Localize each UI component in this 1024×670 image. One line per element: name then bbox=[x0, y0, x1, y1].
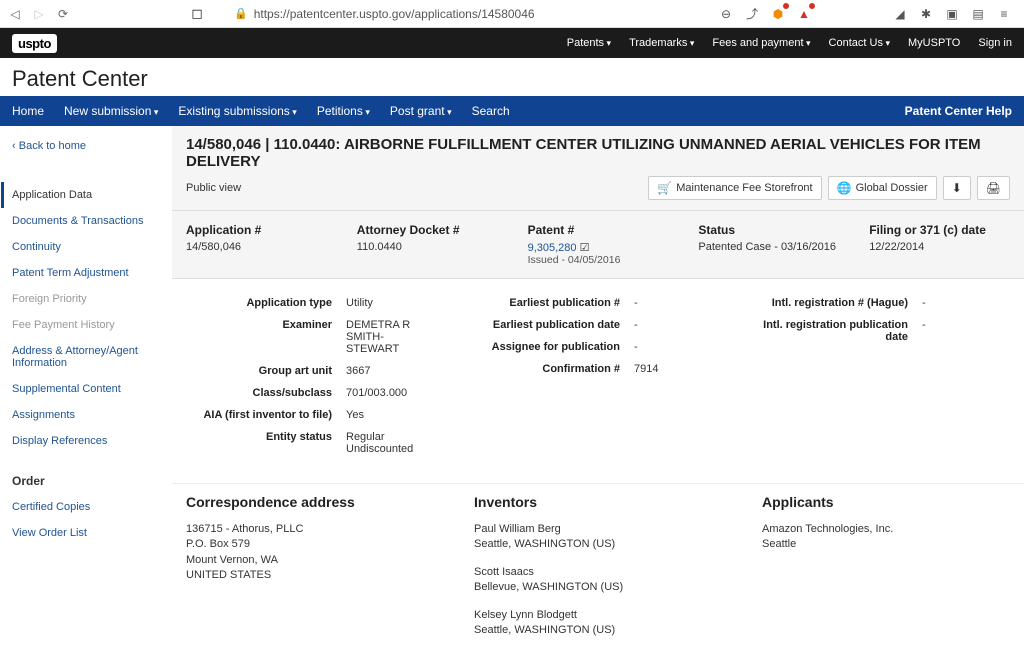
correspondence-col: Correspondence address 136715 - Athorus,… bbox=[186, 494, 434, 650]
sidebar-pta[interactable]: Patent Term Adjustment bbox=[12, 260, 160, 286]
sidebar-supplemental[interactable]: Supplemental Content bbox=[12, 376, 160, 402]
panel2-icon[interactable]: ▤ bbox=[970, 6, 986, 22]
inventor-2: Kelsey Lynn BlodgettSeattle, WASHINGTON … bbox=[474, 608, 722, 639]
back-icon[interactable]: ◁ bbox=[8, 7, 22, 21]
inventors-heading: Inventors bbox=[474, 494, 722, 510]
zoom-icon[interactable]: ⊖ bbox=[718, 6, 734, 22]
correspondence-address: 136715 - Athorus, PLLC P.O. Box 579 Moun… bbox=[186, 522, 434, 584]
sidebar: Back to home Application Data Documents … bbox=[0, 126, 172, 670]
nav-petitions[interactable]: Petitions bbox=[317, 104, 370, 118]
lower-section: Correspondence address 136715 - Athorus,… bbox=[172, 483, 1024, 670]
nav-fees[interactable]: Fees and payment bbox=[712, 37, 810, 49]
nav-search[interactable]: Search bbox=[472, 104, 510, 118]
main-nav: Home New submission Existing submissions… bbox=[0, 96, 1024, 126]
sidebar-fee-history: Fee Payment History bbox=[12, 312, 160, 338]
download-button[interactable]: ⬇ bbox=[943, 176, 971, 200]
applicant-0: Amazon Technologies, Inc.Seattle bbox=[762, 522, 1010, 553]
applicants-heading: Applicants bbox=[762, 494, 1010, 510]
uspto-nav-links: Patents Trademarks Fees and payment Cont… bbox=[567, 37, 1012, 49]
shield-icon[interactable]: ⬢ bbox=[770, 6, 786, 22]
inventor-0: Paul William BergSeattle, WASHINGTON (US… bbox=[474, 522, 722, 553]
sidebar-continuity[interactable]: Continuity bbox=[12, 234, 160, 260]
detail-col-middle: Earliest publication #- Earliest publica… bbox=[474, 297, 722, 465]
nav-myuspto[interactable]: MyUSPTO bbox=[908, 37, 960, 49]
correspondence-heading: Correspondence address bbox=[186, 494, 434, 510]
detail-section: Application typeUtility ExaminerDEMETRA … bbox=[172, 279, 1024, 483]
detail-col-right: Intl. registration # (Hague)- Intl. regi… bbox=[762, 297, 1010, 465]
summary-band: Application # 14/580,046 Attorney Docket… bbox=[172, 211, 1024, 279]
global-dossier-button[interactable]: 🌐Global Dossier bbox=[828, 176, 937, 200]
uspto-logo[interactable]: uspto bbox=[12, 34, 57, 53]
patent-center-title: Patent Center bbox=[12, 66, 1012, 92]
content-area: 14/580,046 | 110.0440: AIRBORNE FULFILLM… bbox=[172, 126, 1024, 670]
lock-icon: 🔒 bbox=[234, 7, 248, 20]
address-bar[interactable]: 🔒 https://patentcenter.uspto.gov/applica… bbox=[214, 7, 708, 21]
cart-icon: 🛒 bbox=[657, 181, 672, 195]
view-mode-label: Public view bbox=[186, 182, 241, 194]
nav-patents[interactable]: Patents bbox=[567, 37, 611, 49]
detail-col-left: Application typeUtility ExaminerDEMETRA … bbox=[186, 297, 434, 465]
summary-status: Status Patented Case - 03/16/2016 bbox=[698, 223, 839, 266]
forward-icon[interactable]: ▷ bbox=[32, 7, 46, 21]
bookmark-icon[interactable]: ◻ bbox=[190, 7, 204, 21]
application-header: 14/580,046 | 110.0440: AIRBORNE FULFILLM… bbox=[172, 126, 1024, 211]
sidebar-application-data[interactable]: Application Data bbox=[1, 182, 160, 208]
warning-icon[interactable]: ▲ bbox=[796, 6, 812, 22]
nav-help[interactable]: Patent Center Help bbox=[905, 104, 1012, 118]
menu-icon[interactable]: ≡ bbox=[996, 6, 1012, 22]
sidebar-certified-copies[interactable]: Certified Copies bbox=[12, 494, 160, 520]
applicants-col: Applicants Amazon Technologies, Inc.Seat… bbox=[762, 494, 1010, 650]
external-icon: ☑ bbox=[580, 242, 590, 254]
sidebar-foreign-priority: Foreign Priority bbox=[12, 286, 160, 312]
summary-filing-date: Filing or 371 (c) date 12/22/2014 bbox=[869, 223, 1010, 266]
summary-docket: Attorney Docket # 110.0440 bbox=[357, 223, 498, 266]
uspto-header: uspto Patents Trademarks Fees and paymen… bbox=[0, 28, 1024, 58]
browser-toolbar: ◁ ▷ ⟳ ◻ 🔒 https://patentcenter.uspto.gov… bbox=[0, 0, 1024, 28]
nav-signin[interactable]: Sign in bbox=[978, 37, 1012, 49]
back-to-home-link[interactable]: Back to home bbox=[12, 140, 160, 152]
print-button[interactable]: 🖨 bbox=[977, 176, 1010, 200]
sidebar-documents[interactable]: Documents & Transactions bbox=[12, 208, 160, 234]
sidebar-references[interactable]: Display References bbox=[12, 428, 160, 454]
share-icon[interactable]: ⤴ bbox=[744, 6, 760, 22]
sidebar-address[interactable]: Address & Attorney/Agent Information bbox=[12, 338, 160, 376]
application-title: 14/580,046 | 110.0440: AIRBORNE FULFILLM… bbox=[186, 136, 1010, 170]
summary-patent-number: Patent # 9,305,280 ☑Issued - 04/05/2016 bbox=[528, 223, 669, 266]
sidebar-order-heading: Order bbox=[12, 474, 160, 488]
sidebar-assignments[interactable]: Assignments bbox=[12, 402, 160, 428]
nav-contact[interactable]: Contact Us bbox=[829, 37, 890, 49]
maintenance-fee-button[interactable]: 🛒Maintenance Fee Storefront bbox=[648, 176, 821, 200]
nav-existing[interactable]: Existing submissions bbox=[178, 104, 296, 118]
extensions-icon[interactable]: ✱ bbox=[918, 6, 934, 22]
nav-trademarks[interactable]: Trademarks bbox=[629, 37, 694, 49]
globe-icon: 🌐 bbox=[837, 181, 852, 195]
download-icon: ⬇ bbox=[952, 181, 962, 195]
nav-post-grant[interactable]: Post grant bbox=[390, 104, 452, 118]
application-number-docket: 14/580,046 | 110.0440: bbox=[186, 136, 340, 153]
browser-action-icons: ⊖ ⤴ ⬢ ▲ ◢ ✱ ▣ ▤ ≡ bbox=[718, 6, 1016, 22]
patent-number-link[interactable]: 9,305,280 bbox=[528, 242, 577, 254]
reload-icon[interactable]: ⟳ bbox=[56, 7, 70, 21]
inventors-col: Inventors Paul William BergSeattle, WASH… bbox=[474, 494, 722, 650]
nav-home[interactable]: Home bbox=[12, 104, 44, 118]
panel-icon[interactable]: ▣ bbox=[944, 6, 960, 22]
url-text: https://patentcenter.uspto.gov/applicati… bbox=[254, 7, 535, 21]
inventor-1: Scott IsaacsBellevue, WASHINGTON (US) bbox=[474, 565, 722, 596]
print-icon: 🖨 bbox=[986, 181, 1001, 195]
nav-new-submission[interactable]: New submission bbox=[64, 104, 158, 118]
summary-application-number: Application # 14/580,046 bbox=[186, 223, 327, 266]
ext1-icon[interactable]: ◢ bbox=[892, 6, 908, 22]
patent-center-title-bar: Patent Center bbox=[0, 58, 1024, 96]
sidebar-view-order-list[interactable]: View Order List bbox=[12, 520, 160, 546]
